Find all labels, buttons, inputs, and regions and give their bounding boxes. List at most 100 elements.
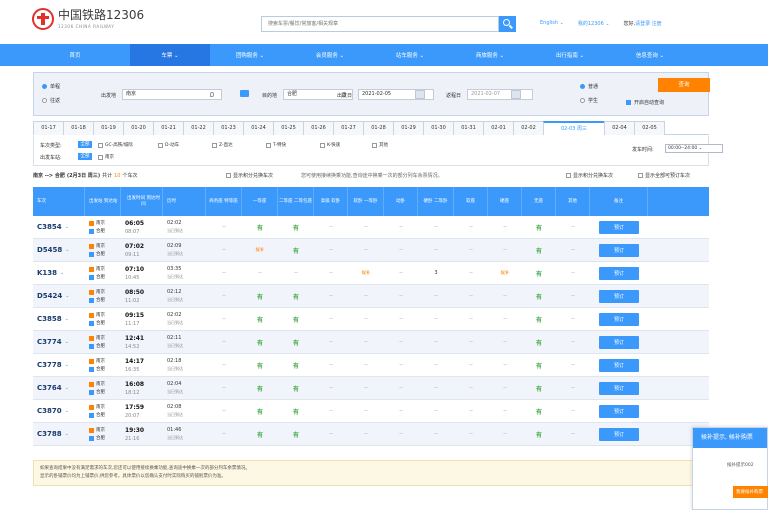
book-button[interactable]: 预订 xyxy=(599,243,639,257)
date-tab[interactable]: 02-02 xyxy=(513,121,544,135)
nav-home[interactable]: 首页 xyxy=(20,44,130,66)
book-button[interactable]: 预订 xyxy=(599,381,639,395)
station-all[interactable]: 全部 xyxy=(78,153,92,160)
nav-business[interactable]: 商旅服务 ⌄ xyxy=(450,44,530,66)
train-number[interactable]: C3858 xyxy=(37,315,62,323)
date-tab[interactable]: 01-30 xyxy=(423,121,454,135)
seat-cell: 有 xyxy=(278,239,314,261)
my-12306-menu[interactable]: 我的12306 ⌄ xyxy=(578,20,610,27)
date-tab[interactable]: 01-19 xyxy=(93,121,124,135)
time-select[interactable]: 00:00--24:00 ⌄ xyxy=(665,144,723,153)
from-input[interactable]: 南京 xyxy=(122,89,222,100)
student-radio[interactable]: 学生 xyxy=(580,97,598,104)
date-tab[interactable]: 01-20 xyxy=(123,121,154,135)
swap-icon[interactable] xyxy=(240,90,249,97)
normal-radio[interactable]: 普通 xyxy=(580,83,598,90)
date-tab[interactable]: 02-01 xyxy=(483,121,514,135)
query-button[interactable]: 查询 xyxy=(658,78,710,92)
roundtrip-radio[interactable]: 往返 xyxy=(42,97,60,104)
date-tab[interactable]: 01-22 xyxy=(183,121,214,135)
seat-cell: -- xyxy=(348,216,384,238)
date-tab[interactable]: 01-21 xyxy=(153,121,184,135)
book-button[interactable]: 预订 xyxy=(599,266,639,280)
type-gc[interactable]: GC-高铁/城际 xyxy=(98,142,133,148)
calendar-icon[interactable] xyxy=(415,90,425,99)
login-link[interactable]: 请登录 xyxy=(635,21,650,27)
book-button[interactable]: 预订 xyxy=(599,289,639,303)
type-other[interactable]: 其他 xyxy=(372,142,388,148)
seat-cell: -- xyxy=(556,400,590,422)
date-tab[interactable]: 01-31 xyxy=(453,121,484,135)
date-tab[interactable]: 02-04 xyxy=(604,121,635,135)
return-date-input[interactable]: 2021-02-07 xyxy=(467,89,533,100)
seat-value[interactable]: 候补 xyxy=(256,247,265,253)
chevron-down-icon[interactable]: ⌄ xyxy=(65,385,69,391)
train-number[interactable]: C3870 xyxy=(37,407,62,415)
seat-value[interactable]: 候补 xyxy=(501,270,510,276)
points-checkbox[interactable]: 显示积分兑换车次 xyxy=(566,172,613,179)
chevron-down-icon[interactable]: ⌄ xyxy=(65,247,69,253)
train-number[interactable]: C3774 xyxy=(37,338,62,346)
train-number[interactable]: D5458 xyxy=(37,246,62,254)
nav-member[interactable]: 会员服务 ⌄ xyxy=(290,44,370,66)
calendar-icon[interactable] xyxy=(511,90,521,99)
waitlist-button[interactable]: 我要候补购票 xyxy=(733,486,768,498)
search-button[interactable] xyxy=(499,16,516,32)
chevron-down-icon[interactable]: ⌄ xyxy=(65,293,69,299)
date-tab[interactable]: 01-17 xyxy=(33,121,64,135)
nav-info[interactable]: 信息查询 ⌄ xyxy=(610,44,690,66)
chevron-down-icon[interactable]: ⌄ xyxy=(65,362,69,368)
date-tab[interactable]: 01-24 xyxy=(243,121,274,135)
nav-group[interactable]: 团购服务 ⌄ xyxy=(210,44,290,66)
chevron-down-icon[interactable]: ⌄ xyxy=(65,339,69,345)
type-d[interactable]: D-动车 xyxy=(158,142,179,148)
logo[interactable]: 中国铁路12306 12306 CHINA RAILWAY xyxy=(32,8,144,30)
train-number[interactable]: C3854 xyxy=(37,223,62,231)
date-tab[interactable]: 01-23 xyxy=(213,121,244,135)
chevron-down-icon[interactable]: ⌄ xyxy=(65,408,69,414)
book-button[interactable]: 预订 xyxy=(599,404,639,418)
date-tab[interactable]: 01-25 xyxy=(273,121,304,135)
bookable-checkbox[interactable]: 显示全部可预订车次 xyxy=(638,172,690,179)
seat-value[interactable]: 候补 xyxy=(362,270,371,276)
column-header: 历时 xyxy=(163,187,206,216)
register-link[interactable]: 注册 xyxy=(652,21,662,27)
language-selector[interactable]: English ⌄ xyxy=(540,20,564,27)
transfer-checkbox[interactable]: 显示积分兑换车次 xyxy=(226,172,273,179)
depart-time: 08:50 xyxy=(125,288,145,296)
train-type-all[interactable]: 全部 xyxy=(78,141,92,148)
chevron-down-icon[interactable]: ⌄ xyxy=(65,224,69,230)
book-button[interactable]: 预订 xyxy=(599,358,639,372)
chevron-down-icon[interactable]: ⌄ xyxy=(65,431,69,437)
type-t[interactable]: T-特快 xyxy=(266,142,286,148)
seat-value: -- xyxy=(222,316,226,322)
oneway-radio[interactable]: 单程 xyxy=(42,83,60,90)
nav-tickets[interactable]: 车票 ⌄ xyxy=(130,44,210,66)
nav-guide[interactable]: 出行指南 ⌄ xyxy=(530,44,610,66)
date-tab[interactable]: 02-05 xyxy=(634,121,665,135)
train-number[interactable]: C3788 xyxy=(37,430,62,438)
date-tab[interactable]: 01-26 xyxy=(303,121,334,135)
book-button[interactable]: 预订 xyxy=(599,335,639,349)
chevron-down-icon[interactable]: ⌄ xyxy=(60,270,64,276)
book-button[interactable]: 预订 xyxy=(599,312,639,326)
nav-station[interactable]: 站车服务 ⌄ xyxy=(370,44,450,66)
station-nanjing[interactable]: 南京 xyxy=(98,154,114,160)
date-tab[interactable]: 01-18 xyxy=(63,121,94,135)
type-z[interactable]: Z-直达 xyxy=(212,142,233,148)
date-tab[interactable]: 02-03 周三 xyxy=(543,121,605,135)
train-number[interactable]: C3764 xyxy=(37,384,62,392)
book-button[interactable]: 预订 xyxy=(599,220,639,234)
book-button[interactable]: 预订 xyxy=(599,427,639,441)
auto-query-checkbox[interactable]: 开启自动查询 xyxy=(626,99,664,106)
date-tab[interactable]: 01-29 xyxy=(393,121,424,135)
chevron-down-icon[interactable]: ⌄ xyxy=(65,316,69,322)
date-tab[interactable]: 01-27 xyxy=(333,121,364,135)
train-number[interactable]: K138 xyxy=(37,269,57,277)
type-k[interactable]: K-快速 xyxy=(320,142,340,148)
transfer-tip: 您可使用接续换乘功能,查询途中换乘一次的部分列车余票情况。 xyxy=(301,173,443,179)
search-input[interactable] xyxy=(261,16,499,32)
date-tab[interactable]: 01-28 xyxy=(363,121,394,135)
train-number[interactable]: D5424 xyxy=(37,292,62,300)
train-number[interactable]: C3778 xyxy=(37,361,62,369)
